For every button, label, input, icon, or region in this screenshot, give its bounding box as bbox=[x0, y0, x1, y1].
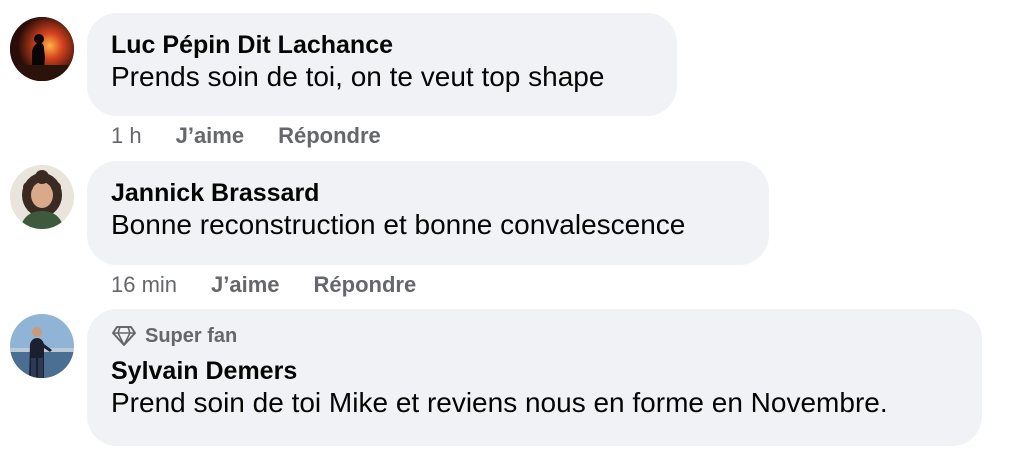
comment-meta: 16 min J’aime Répondre bbox=[111, 272, 416, 298]
avatar[interactable] bbox=[10, 17, 74, 81]
comment-text: Prend soin de toi Mike et reviens nous e… bbox=[111, 387, 888, 418]
like-button[interactable]: J’aime bbox=[176, 123, 245, 149]
comment-meta: 1 h J’aime Répondre bbox=[111, 123, 381, 149]
super-fan-badge: Super fan bbox=[111, 324, 958, 348]
badge-label: Super fan bbox=[145, 325, 238, 347]
comment-bubble: Luc Pépin Dit Lachance Prends soin de to… bbox=[87, 13, 677, 116]
comment-meta-clipped bbox=[111, 450, 391, 456]
comment-bubble: Super fan Sylvain Demers Prend soin de t… bbox=[87, 309, 982, 446]
comment-time[interactable]: 1 h bbox=[111, 123, 142, 149]
reply-button[interactable]: Répondre bbox=[278, 123, 381, 149]
comment-author[interactable]: Jannick Brassard bbox=[111, 178, 745, 208]
avatar[interactable] bbox=[10, 314, 74, 378]
curly-hair-woman-avatar-icon bbox=[10, 165, 74, 229]
comment-bubble: Jannick Brassard Bonne reconstruction et… bbox=[87, 161, 769, 265]
comment-time[interactable]: 16 min bbox=[111, 272, 177, 298]
comment-author[interactable]: Luc Pépin Dit Lachance bbox=[111, 30, 653, 60]
diamond-icon bbox=[112, 326, 136, 346]
bonfire-silhouette-avatar-icon bbox=[10, 17, 74, 81]
reply-button[interactable]: Répondre bbox=[314, 272, 417, 298]
comment-text: Bonne reconstruction et bonne convalesce… bbox=[111, 209, 686, 240]
like-button[interactable]: J’aime bbox=[211, 272, 280, 298]
comments-section: Luc Pépin Dit Lachance Prends soin de to… bbox=[0, 0, 1022, 456]
man-by-water-avatar-icon bbox=[10, 314, 74, 378]
comment-text: Prends soin de toi, on te veut top shape bbox=[111, 61, 605, 92]
avatar[interactable] bbox=[10, 165, 74, 229]
comment-author[interactable]: Sylvain Demers bbox=[111, 356, 958, 386]
